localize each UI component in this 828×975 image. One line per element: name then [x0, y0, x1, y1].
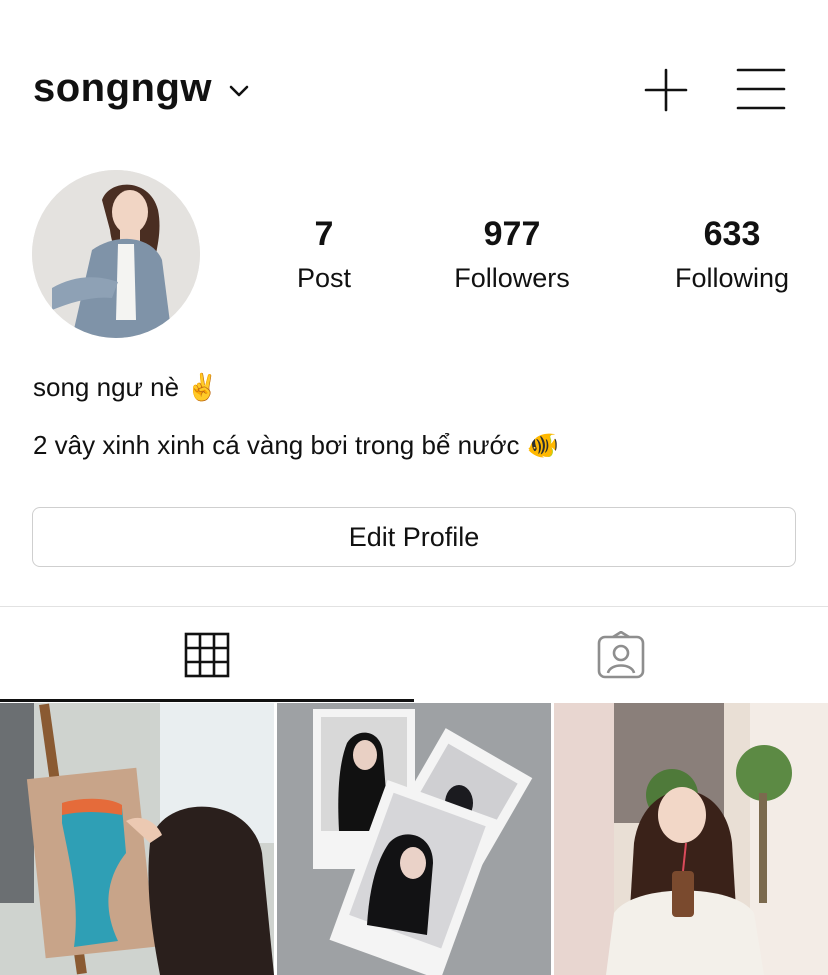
post-thumbnail[interactable] — [277, 703, 551, 975]
tab-posts-grid[interactable] — [0, 607, 414, 702]
following-number: 633 — [703, 215, 761, 253]
menu-icon[interactable] — [736, 66, 786, 112]
bio-name: song ngư nè ✌️ — [33, 372, 219, 402]
cafe-photo — [554, 703, 828, 975]
new-post-plus-icon[interactable] — [644, 68, 688, 112]
followers-count[interactable]: 977 Followers — [427, 214, 597, 298]
post-thumbnail[interactable] — [554, 703, 828, 975]
profile-header: songngw — [0, 0, 828, 160]
chevron-down-icon — [229, 85, 249, 96]
username: songngw — [33, 66, 213, 110]
polaroid-photo — [277, 703, 551, 975]
followers-number: 977 — [483, 215, 541, 253]
edit-profile-button[interactable]: Edit Profile — [32, 507, 796, 567]
avatar-photo — [32, 170, 200, 338]
painting-photo — [0, 703, 274, 975]
tagged-user-icon — [597, 630, 645, 678]
tab-tagged[interactable] — [414, 607, 828, 702]
followers-label: Followers — [454, 263, 570, 293]
account-switcher[interactable]: songngw — [33, 66, 250, 111]
posts-grid — [0, 703, 828, 975]
profile-avatar[interactable] — [32, 170, 200, 338]
post-thumbnail[interactable] — [0, 703, 274, 975]
bio-text: 2 vây xinh xinh cá vàng bơi trong bể nướ… — [33, 430, 560, 460]
posts-number: 7 — [314, 215, 334, 253]
grid-icon — [184, 632, 230, 677]
posts-count[interactable]: 7 Post — [239, 214, 409, 298]
following-label: Following — [674, 263, 790, 293]
posts-label: Post — [296, 263, 352, 293]
active-tab-indicator — [0, 699, 414, 702]
following-count[interactable]: 633 Following — [647, 214, 817, 298]
